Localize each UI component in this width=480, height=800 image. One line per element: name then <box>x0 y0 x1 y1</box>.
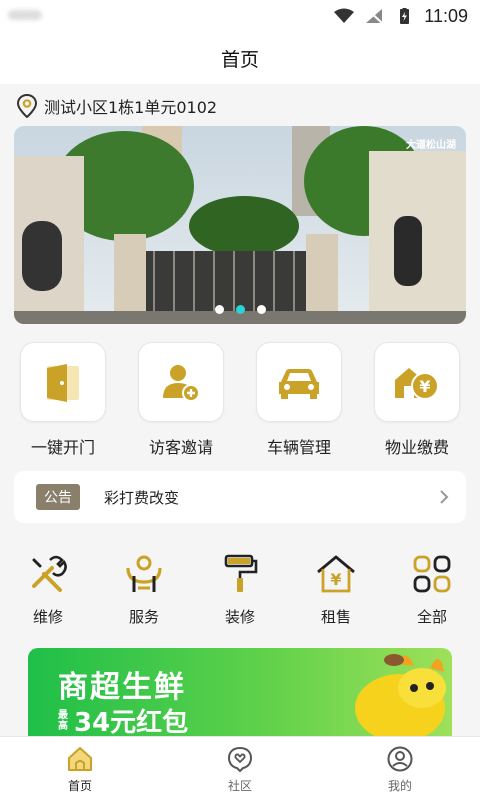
service-all[interactable]: 全部 <box>384 552 480 627</box>
paint-roller-icon <box>224 554 258 592</box>
all-grid-icon <box>413 555 451 593</box>
service-service[interactable]: 服务 <box>96 552 192 627</box>
profile-icon <box>387 746 413 772</box>
promo-sub-big: 34元红包 <box>74 708 189 738</box>
status-time: 11:09 <box>424 5 468 26</box>
svg-text:¥: ¥ <box>330 570 341 589</box>
service-service-label: 服务 <box>128 608 159 626</box>
carousel-dot[interactable] <box>256 305 266 314</box>
quick-actions: 一键开门 访客邀请 车辆管理 ¥ 物业缴费 <box>0 342 480 458</box>
quick-property-payment[interactable]: ¥ 物业缴费 <box>367 342 467 458</box>
service-repair-label: 维修 <box>32 608 63 626</box>
title-bar: 首页 <box>0 32 480 84</box>
door-icon <box>47 364 79 402</box>
tab-community[interactable]: 社区 <box>180 737 300 800</box>
service-renovation[interactable]: 装修 <box>192 552 288 627</box>
add-user-icon <box>163 365 200 402</box>
promo-mascot-image <box>355 654 446 742</box>
no-signal-icon <box>366 9 383 24</box>
location-pin-icon <box>16 94 38 118</box>
promo-sub-small: 最高 <box>58 709 68 732</box>
promo-banner[interactable]: 商超生鲜 最高 34元红包 <box>28 648 452 748</box>
tab-home-label: 首页 <box>67 779 92 793</box>
rent-house-icon: ¥ <box>317 555 355 593</box>
svg-text:¥: ¥ <box>419 377 430 396</box>
notice-text: 彩打费改变 <box>104 488 180 507</box>
bottom-tab-bar: 首页 社区 我的 <box>0 736 480 800</box>
promo-headline: 商超生鲜 <box>58 670 186 705</box>
tab-community-label: 社区 <box>227 779 252 793</box>
service-renovation-label: 装修 <box>224 608 255 626</box>
quick-vehicle-management-box[interactable] <box>256 342 342 422</box>
quick-open-door[interactable]: 一键开门 <box>13 342 113 458</box>
tab-profile-label: 我的 <box>387 779 412 793</box>
location-selector[interactable]: 测试小区1栋1单元0102 <box>16 94 217 118</box>
location-address: 测试小区1栋1单元0102 <box>44 98 218 117</box>
notice-tag: 公告 <box>36 484 80 510</box>
battery-charging-icon <box>400 8 410 24</box>
chevron-right-icon <box>440 490 449 504</box>
wifi-icon <box>334 8 355 23</box>
status-notification-blur <box>8 10 42 20</box>
banner-carousel[interactable]: 大道松山湖 <box>14 126 466 324</box>
service-repair[interactable]: 维修 <box>0 552 96 627</box>
quick-property-payment-label: 物业缴费 <box>384 438 449 457</box>
page-title: 首页 <box>220 48 259 71</box>
car-icon <box>279 369 319 399</box>
banner-image <box>14 126 466 324</box>
quick-vehicle-management[interactable]: 车辆管理 <box>249 342 349 458</box>
promo-subline: 最高 34元红包 <box>58 702 188 739</box>
service-rent-sale[interactable]: ¥ 租售 <box>288 552 384 627</box>
carousel-dots <box>14 305 466 314</box>
property-payment-icon: ¥ <box>395 368 439 400</box>
banner-watermark: 大道松山湖 <box>406 140 456 151</box>
service-icon <box>126 555 162 592</box>
service-rent-sale-label: 租售 <box>320 608 351 626</box>
quick-vehicle-management-label: 车辆管理 <box>266 438 331 457</box>
notice-bar[interactable]: 公告 彩打费改变 <box>14 471 466 523</box>
status-bar: 11:09 <box>0 0 480 32</box>
service-all-label: 全部 <box>416 608 447 626</box>
quick-visitor-invite-label: 访客邀请 <box>148 438 213 457</box>
quick-visitor-invite-box[interactable] <box>138 342 224 422</box>
service-grid: 维修 服务 装修 ¥ 租售 全部 <box>0 552 480 627</box>
quick-open-door-box[interactable] <box>20 342 106 422</box>
carousel-dot-active[interactable] <box>235 305 245 314</box>
tab-profile[interactable]: 我的 <box>340 737 460 800</box>
carousel-dot[interactable] <box>214 305 224 314</box>
tab-home[interactable]: 首页 <box>20 737 140 800</box>
quick-property-payment-box[interactable]: ¥ <box>374 342 460 422</box>
quick-open-door-label: 一键开门 <box>30 438 95 457</box>
home-icon <box>68 747 92 771</box>
community-icon <box>227 746 253 773</box>
repair-tools-icon <box>32 555 67 592</box>
quick-visitor-invite[interactable]: 访客邀请 <box>131 342 231 458</box>
